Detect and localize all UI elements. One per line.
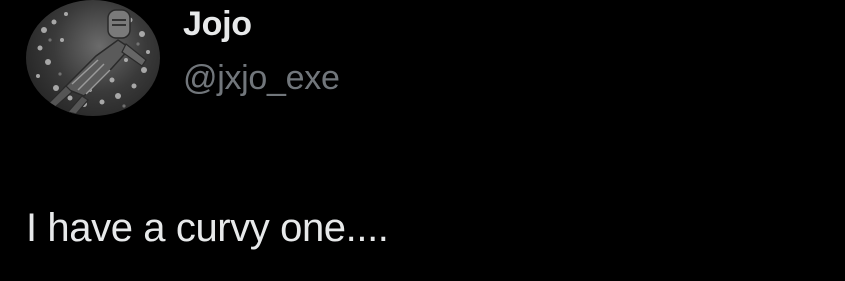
tweet-card: Jojo @jxjo_exe I have a curvy one.... — [0, 0, 845, 281]
avatar[interactable] — [26, 0, 160, 116]
knight-in-flowers-avatar-icon — [36, 9, 150, 115]
author-handle[interactable]: @jxjo_exe — [183, 58, 340, 98]
author-display-name[interactable]: Jojo — [183, 4, 252, 44]
tweet-text: I have a curvy one.... — [26, 206, 389, 250]
